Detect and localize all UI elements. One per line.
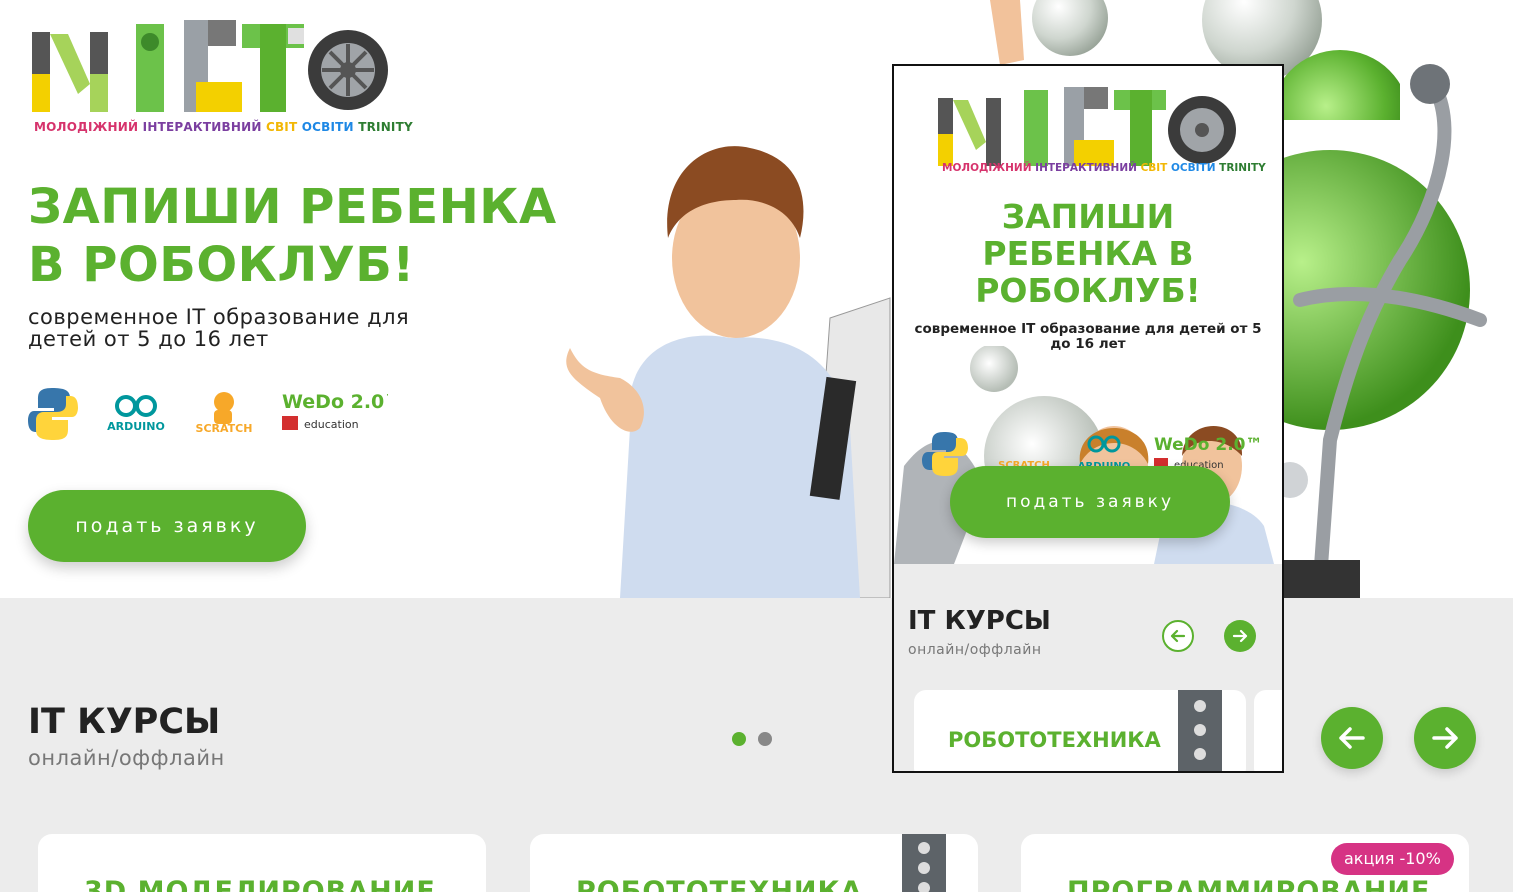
mobile-course-card-title: РОБОТОТЕХНИКА <box>948 728 1161 752</box>
tagline-word: МОЛОДІЖНИЙ <box>34 120 139 134</box>
mobile-courses-section: IT КУРСЫ онлайн/оффлайн РОБОТОТЕХНИКА <box>894 564 1282 771</box>
carousel-next-button[interactable] <box>1414 707 1476 769</box>
tagline-word: ОСВІТИ <box>1171 162 1216 174</box>
svg-text:WeDo 2.0™: WeDo 2.0™ <box>282 391 388 413</box>
hero-headline: ЗАПИШИ РЕБЕНКА В РОБОКЛУБ! <box>28 178 588 294</box>
robot-part-image <box>902 834 946 892</box>
carousel-dot-1[interactable] <box>732 732 746 746</box>
mobile-carousel-next-button[interactable] <box>1224 620 1256 652</box>
arduino-icon: ARDUINO <box>107 395 165 433</box>
m-headline-line-3: РОБОКЛУБ! <box>975 271 1201 310</box>
mobile-courses-subtitle: онлайн/оффлайн <box>908 642 1042 658</box>
site-logo[interactable]: МОЛОДІЖНИЙ ІНТЕРАКТИВНИЙ СВІТ ОСВІТИ TRI… <box>28 14 413 138</box>
carousel-dot-2[interactable] <box>758 732 772 746</box>
tagline-word: ІНТЕРАКТИВНИЙ <box>142 120 262 134</box>
hero-section: МОЛОДІЖНИЙ ІНТЕРАКТИВНИЙ СВІТ ОСВІТИ TRI… <box>0 0 1513 598</box>
mobile-carousel-prev-button[interactable] <box>1162 620 1194 652</box>
svg-text:WeDo 2.0™: WeDo 2.0™ <box>1154 435 1263 455</box>
m-headline-line-1: ЗАПИШИ <box>1001 197 1175 236</box>
mobile-hero: МОЛОДІЖНИЙ ІНТЕРАКТИВНИЙ СВІТ ОСВІТИ TRI… <box>894 66 1282 564</box>
tagline-word: ІНТЕРАКТИВНИЙ <box>1035 162 1137 174</box>
tagline-word: СВІТ <box>265 120 298 134</box>
m-headline-line-2: РЕБЕНКА В <box>982 234 1194 273</box>
mobile-courses-title: IT КУРСЫ <box>908 606 1051 636</box>
arrow-left-icon <box>1339 727 1365 749</box>
mobile-course-card-next[interactable] <box>1254 690 1282 771</box>
carousel-prev-button[interactable] <box>1321 707 1383 769</box>
mobile-hero-headline: ЗАПИШИ РЕБЕНКА В РОБОКЛУБ! <box>894 198 1282 309</box>
headline-line-2: В РОБОКЛУБ! <box>28 237 415 293</box>
logo-tagline: МОЛОДІЖНИЙ ІНТЕРАКТИВНИЙ СВІТ ОСВІТИ TRI… <box>34 120 413 134</box>
tagline-word: TRINITY <box>358 120 413 134</box>
courses-title: IT КУРСЫ <box>28 702 221 742</box>
hero-subline: современное IT образование для детей от … <box>28 305 410 351</box>
course-card-title: ПРОГРАММИРОВАНИЕ <box>1067 876 1431 892</box>
tagline-word: СВІТ <box>1140 162 1168 174</box>
svg-text:SCRATCH: SCRATCH <box>196 422 253 435</box>
arrow-right-icon <box>1432 727 1458 749</box>
tagline-word: ОСВІТИ <box>301 120 354 134</box>
scratch-icon: SCRATCH <box>196 392 253 435</box>
tagline-word: TRINITY <box>1219 162 1266 174</box>
mobile-preview-frame: МОЛОДІЖНИЙ ІНТЕРАКТИВНИЙ СВІТ ОСВІТИ TRI… <box>892 64 1284 773</box>
mobile-course-card[interactable]: РОБОТОТЕХНИКА <box>914 690 1246 771</box>
course-card-title: 3D МОДЕЛИРОВАНИЕ <box>84 876 436 892</box>
boy-photo <box>566 146 891 598</box>
mobile-logo-tagline: МОЛОДІЖНИЙ ІНТЕРАКТИВНИЙ СВІТ ОСВІТИ TRI… <box>942 162 1266 174</box>
course-card[interactable]: 3D МОДЕЛИРОВАНИЕ <box>38 834 486 892</box>
promo-badge: акция -10% <box>1331 843 1454 875</box>
python-icon <box>28 388 78 440</box>
courses-subtitle: онлайн/оффлайн <box>28 746 225 770</box>
arrow-left-icon <box>1170 629 1186 643</box>
apply-button[interactable]: подать заявку <box>28 490 306 562</box>
robot-part-image <box>1178 690 1222 771</box>
courses-section: IT КУРСЫ онлайн/оффлайн 3D МОДЕЛИРОВАНИЕ… <box>0 598 1513 892</box>
svg-text:education: education <box>304 418 359 431</box>
misto-logo-letters <box>32 20 388 112</box>
wedo-icon: WeDo 2.0™ education <box>282 391 388 431</box>
mobile-apply-button[interactable]: подать заявку <box>950 466 1230 538</box>
tagline-word: МОЛОДІЖНИЙ <box>942 162 1032 174</box>
arrow-right-icon <box>1232 629 1248 643</box>
carousel-dots <box>732 732 772 746</box>
course-card-title: РОБОТОТЕХНИКА <box>576 876 863 892</box>
headline-line-1: ЗАПИШИ РЕБЕНКА <box>28 179 557 235</box>
svg-text:ARDUINO: ARDUINO <box>107 420 165 433</box>
tech-logos-row: ARDUINO SCRATCH WeDo 2.0™ education <box>28 388 388 440</box>
course-card[interactable]: РОБОТОТЕХНИКА <box>530 834 978 892</box>
